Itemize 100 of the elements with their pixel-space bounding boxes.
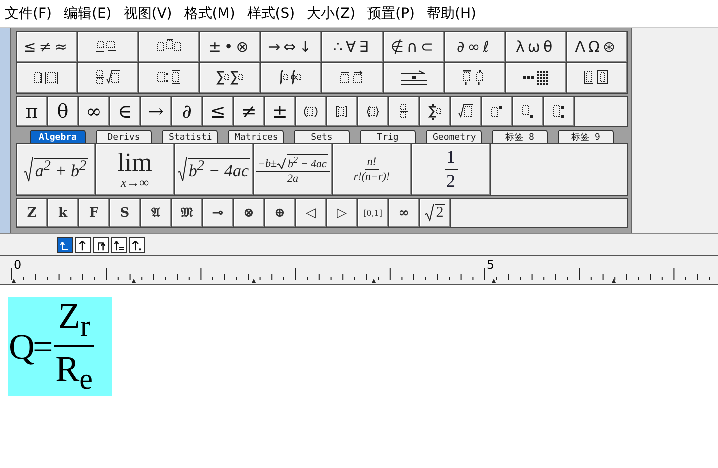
symbol-button[interactable]: ≠ xyxy=(234,97,264,126)
tab[interactable]: 标签 9 xyxy=(558,130,614,144)
symbol-button[interactable]: k xyxy=(48,199,78,227)
symbol-button[interactable]: ⊕ xyxy=(265,199,295,227)
template-button[interactable] xyxy=(358,97,388,126)
template-palette-button[interactable] xyxy=(322,63,383,93)
symbol-button[interactable]: θ xyxy=(48,97,78,126)
template-button[interactable] xyxy=(482,97,512,126)
symbol-button[interactable]: 𝔐 xyxy=(172,199,202,227)
tab[interactable]: Algebra xyxy=(30,130,86,144)
tab[interactable]: Statisti xyxy=(162,130,218,144)
template-icon xyxy=(458,104,474,120)
template-palette-button[interactable] xyxy=(200,63,260,93)
nudge-button[interactable] xyxy=(93,237,109,253)
symbol-button[interactable]: ◁ xyxy=(296,199,326,227)
symbol-button[interactable]: ≤ xyxy=(203,97,233,126)
expression-button[interactable]: −b± b$^{2}$ − 4ac 2a xyxy=(254,144,332,195)
template-icon xyxy=(334,104,350,120)
template-button[interactable] xyxy=(513,97,543,126)
root-button[interactable]: 2 xyxy=(420,199,450,227)
expression-button[interactable]: a$^{2}$ + b$^{2}$ xyxy=(17,144,95,195)
radical-icon xyxy=(24,156,34,182)
expression-button[interactable]: lim x→∞ xyxy=(96,144,174,195)
expression-button[interactable]: b$^{2}$ − 4ac xyxy=(175,144,253,195)
nudge-button[interactable] xyxy=(75,237,91,253)
template-icon xyxy=(303,104,319,120)
template-button[interactable] xyxy=(544,97,574,126)
template-palette-button[interactable] xyxy=(139,63,200,93)
template-button[interactable] xyxy=(451,97,481,126)
menu-item[interactable]: 预置(P) xyxy=(364,4,424,22)
menu-item[interactable]: 样式(S) xyxy=(244,4,304,22)
symbol-button[interactable]: ⊸ xyxy=(203,199,233,227)
arrow-up-icon xyxy=(131,238,143,252)
template-icon xyxy=(582,70,611,86)
radical-icon xyxy=(178,156,188,182)
template-icon xyxy=(400,70,428,86)
template-button[interactable] xyxy=(389,97,419,126)
template-palette-button[interactable] xyxy=(506,63,566,93)
symbol-palette-button[interactable]: ΛΩ⊛ xyxy=(566,32,627,62)
symbol-button[interactable]: ∞ xyxy=(79,97,109,126)
symbol-button[interactable]: ∞ xyxy=(389,199,419,227)
template-palette-button[interactable] xyxy=(261,63,322,93)
template-palette-button[interactable] xyxy=(384,63,444,93)
template-button[interactable] xyxy=(296,97,326,126)
template-palette-button[interactable] xyxy=(17,63,78,93)
symbol-palette-button[interactable]: →⇔↓ xyxy=(261,32,322,62)
menu-item[interactable]: 文件(F) xyxy=(2,4,61,22)
symbol-palette-button[interactable]: λωθ xyxy=(506,32,566,62)
template-button[interactable] xyxy=(327,97,357,126)
symbol-palette-button[interactable]: ≤≠≈ xyxy=(17,32,78,62)
symbol-button[interactable]: ± xyxy=(265,97,295,126)
symbol-button[interactable]: ∈ xyxy=(110,97,140,126)
template-icon xyxy=(522,70,550,86)
symbol-button[interactable]: ⊗ xyxy=(234,199,264,227)
template-icon xyxy=(216,70,244,86)
symbol-button[interactable]: ▷ xyxy=(327,199,357,227)
template-icon xyxy=(427,104,443,120)
template-palette-button[interactable] xyxy=(78,32,138,62)
tab[interactable]: 标签 8 xyxy=(492,130,548,144)
symbol-button[interactable]: π xyxy=(17,97,47,126)
expression-button[interactable]: 1 2 xyxy=(412,144,490,195)
tab[interactable]: Geometry xyxy=(426,130,482,144)
radical-icon xyxy=(425,204,436,222)
template-button[interactable] xyxy=(420,97,450,126)
symbol-button[interactable]: F xyxy=(79,199,109,227)
symbol-palette-button[interactable]: ∉∩⊂ xyxy=(384,32,444,62)
tab[interactable]: Matrices xyxy=(228,130,284,144)
menu-item[interactable]: 帮助(H) xyxy=(424,4,486,22)
expression-button[interactable]: n! r!(n−r)! xyxy=(333,144,411,195)
tab[interactable]: Derivs xyxy=(96,130,152,144)
symbol-palette-button[interactable]: ±•⊗ xyxy=(200,32,260,62)
template-icon xyxy=(33,70,62,86)
template-icon xyxy=(94,70,122,86)
template-palette-button[interactable] xyxy=(566,63,627,93)
template-icon xyxy=(520,104,536,120)
menu-item[interactable]: 视图(V) xyxy=(120,4,182,22)
symbol-palette-button[interactable]: ∴∀∃ xyxy=(322,32,383,62)
arrow-up-icon xyxy=(113,238,125,252)
tab[interactable]: Trig xyxy=(360,130,416,144)
radical-icon xyxy=(277,158,288,170)
symbol-palette-button[interactable]: ∂∞ℓ xyxy=(444,32,505,62)
ruler-label: 0 xyxy=(14,258,22,272)
symbol-button[interactable]: Z xyxy=(17,199,47,227)
menu-item[interactable]: 编辑(E) xyxy=(60,4,121,22)
template-palette-button[interactable] xyxy=(444,63,505,93)
nudge-button[interactable] xyxy=(129,237,145,253)
tab[interactable]: Sets xyxy=(294,130,350,144)
template-icon xyxy=(489,104,505,120)
menu-item[interactable]: 大小(Z) xyxy=(304,4,365,22)
nudge-button[interactable] xyxy=(57,237,73,253)
template-palette-button[interactable] xyxy=(139,32,200,62)
symbol-button[interactable]: ∂ xyxy=(172,97,202,126)
menu-item[interactable]: 格式(M) xyxy=(181,4,244,22)
template-icon xyxy=(551,104,567,120)
symbol-button[interactable]: [0,1] xyxy=(358,199,388,227)
template-palette-button[interactable] xyxy=(78,63,138,93)
symbol-button[interactable]: S xyxy=(110,199,140,227)
nudge-button[interactable] xyxy=(111,237,127,253)
symbol-button[interactable]: 𝔄 xyxy=(141,199,171,227)
symbol-button[interactable]: → xyxy=(141,97,171,126)
